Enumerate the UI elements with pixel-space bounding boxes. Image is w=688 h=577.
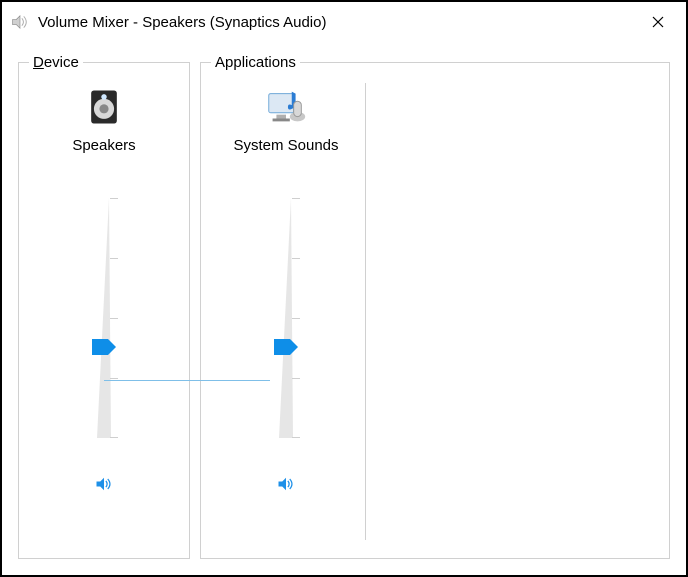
system-sounds-icon[interactable] bbox=[262, 83, 310, 131]
volume-link-line bbox=[104, 380, 270, 381]
device-column: Speakers bbox=[29, 83, 179, 540]
app-label: System Sounds bbox=[233, 137, 338, 154]
applications-legend: Applications bbox=[211, 54, 300, 71]
column-divider bbox=[365, 83, 366, 540]
device-group: Device Speakers bbox=[18, 54, 190, 559]
device-legend: Device bbox=[29, 54, 83, 71]
device-label: Speakers bbox=[72, 137, 135, 154]
volume-mixer-window: Volume Mixer - Speakers (Synaptics Audio… bbox=[0, 0, 688, 577]
titlebar: Volume Mixer - Speakers (Synaptics Audio… bbox=[2, 2, 686, 42]
app-icon bbox=[10, 12, 30, 32]
content-area: Device Speakers bbox=[18, 54, 670, 559]
sound-on-icon bbox=[94, 470, 114, 498]
sound-on-icon bbox=[276, 470, 296, 498]
slider-thumb-icon bbox=[92, 339, 116, 355]
app-volume-slider[interactable] bbox=[268, 198, 304, 438]
speakers-icon[interactable] bbox=[80, 83, 128, 131]
device-volume-slider[interactable] bbox=[86, 198, 122, 438]
device-mute-button[interactable] bbox=[88, 468, 120, 500]
slider-thumb-icon bbox=[274, 339, 298, 355]
app-mute-button[interactable] bbox=[270, 468, 302, 500]
app-column: System Sounds bbox=[211, 83, 361, 540]
applications-group: Applications System Sounds bbox=[200, 54, 670, 559]
close-icon bbox=[652, 16, 664, 28]
close-button[interactable] bbox=[638, 7, 678, 37]
window-title: Volume Mixer - Speakers (Synaptics Audio… bbox=[38, 14, 638, 31]
